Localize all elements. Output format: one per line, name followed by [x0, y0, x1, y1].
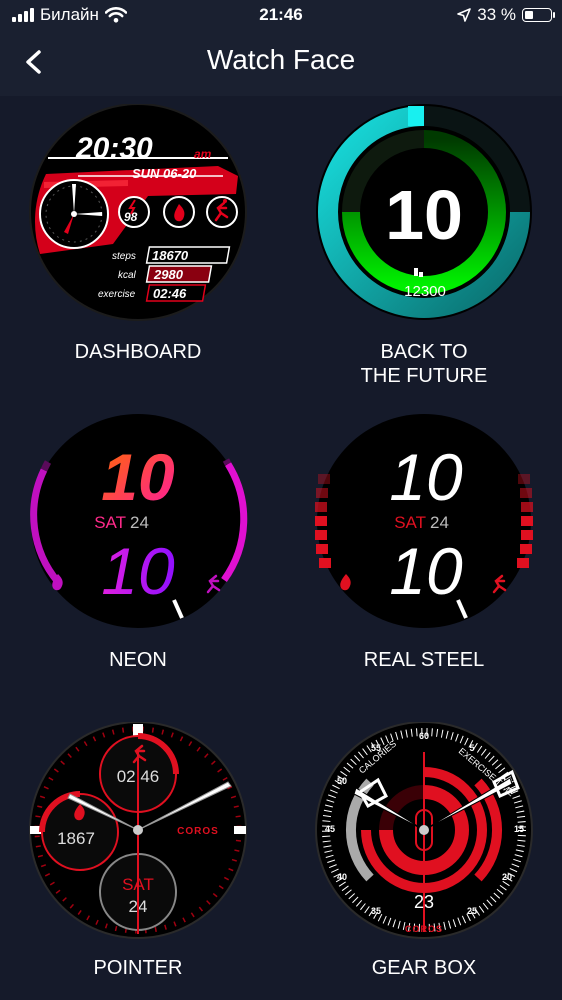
dashboard-kcal-value: 2980 [153, 267, 184, 282]
face-label: DASHBOARD [74, 341, 202, 363]
status-bar: Билайн 21:46 33 % [0, 0, 562, 32]
neon-minute: 10 [101, 534, 175, 608]
watch-face-real-steel[interactable]: 10 SAT 24 10 REAL STEEL [304, 414, 544, 684]
face-label: GEAR BOX [371, 957, 477, 979]
real-steel-date: 24 [430, 513, 449, 532]
real-steel-minute: 10 [389, 534, 463, 608]
real-steel-face-preview: 10 SAT 24 10 [315, 414, 533, 628]
dashboard-face-preview: 20:30 am SUN 06-20 98 steps 18670 kcal 2… [29, 104, 247, 321]
battery-percent: 33 % [477, 5, 516, 24]
page-title: Watch Face [206, 44, 356, 75]
pointer-brand: COROS [177, 826, 219, 837]
battery-icon [522, 8, 555, 22]
watch-face-pointer[interactable]: 02:46 1867 SAT 24 COROS POINTER [18, 722, 258, 992]
neon-day: SAT [94, 513, 126, 532]
pointer-face-preview: 02:46 1867 SAT 24 COROS [29, 722, 247, 939]
watch-face-back-to-the-future[interactable]: 10 12300 BACK TO THE FUTURE [304, 104, 544, 394]
dashboard-exercise-value: 02:46 [153, 286, 187, 301]
dial-number: 25 [467, 906, 477, 916]
dashboard-ampm: am [194, 147, 212, 161]
neon-date: 24 [130, 513, 149, 532]
watch-face-neon[interactable]: 10 SAT 24 10 NEON [18, 414, 258, 684]
dashboard-kcal-label: kcal [118, 270, 137, 281]
face-label: BACK TO THE FUTURE [304, 340, 544, 384]
back-to-the-future-face-preview: 10 12300 [316, 104, 532, 320]
neon-hour: 10 [101, 440, 175, 514]
dial-number: 40 [337, 872, 347, 882]
face-label: POINTER [93, 957, 183, 979]
real-steel-hour: 10 [389, 440, 463, 514]
gear-box-brand: COROS [405, 924, 443, 934]
face-label-line-2: THE FUTURE [360, 365, 488, 384]
gear-box-date: 23 [414, 892, 434, 912]
dashboard-steps-value: 18670 [152, 248, 189, 263]
dial-number: 60 [419, 731, 429, 741]
face-label-line-1: BACK TO [380, 341, 468, 363]
dial-number: 15 [514, 824, 524, 834]
btf-hour: 10 [385, 176, 463, 254]
battery-level [525, 11, 533, 19]
dial-number: 20 [502, 872, 512, 882]
watch-face-dashboard[interactable]: 20:30 am SUN 06-20 98 steps 18670 kcal 2… [18, 104, 258, 394]
dashboard-date: SUN 06-20 [132, 166, 197, 181]
face-label: REAL STEEL [363, 649, 485, 671]
dashboard-time: 20:30 [75, 132, 153, 165]
status-right: 33 % [457, 5, 555, 25]
watch-face-gear-box[interactable]: 60 55 5 50 10 45 15 40 20 35 25 CALORIES… [304, 722, 544, 992]
face-label: NEON [109, 649, 167, 671]
dashboard-exercise-label: exercise [98, 289, 136, 300]
gear-box-face-preview: 60 55 5 50 10 45 15 40 20 35 25 CALORIES… [315, 722, 533, 939]
neon-face-preview: 10 SAT 24 10 [30, 414, 248, 628]
real-steel-day: SAT [394, 513, 426, 532]
dashboard-steps-label: steps [112, 251, 136, 262]
location-arrow-icon [457, 8, 472, 22]
btf-steps: 12300 [404, 283, 446, 300]
dial-number: 50 [337, 776, 347, 786]
dial-number: 45 [325, 824, 335, 834]
pointer-calories: 1867 [57, 829, 95, 848]
dial-number: 35 [371, 906, 381, 916]
